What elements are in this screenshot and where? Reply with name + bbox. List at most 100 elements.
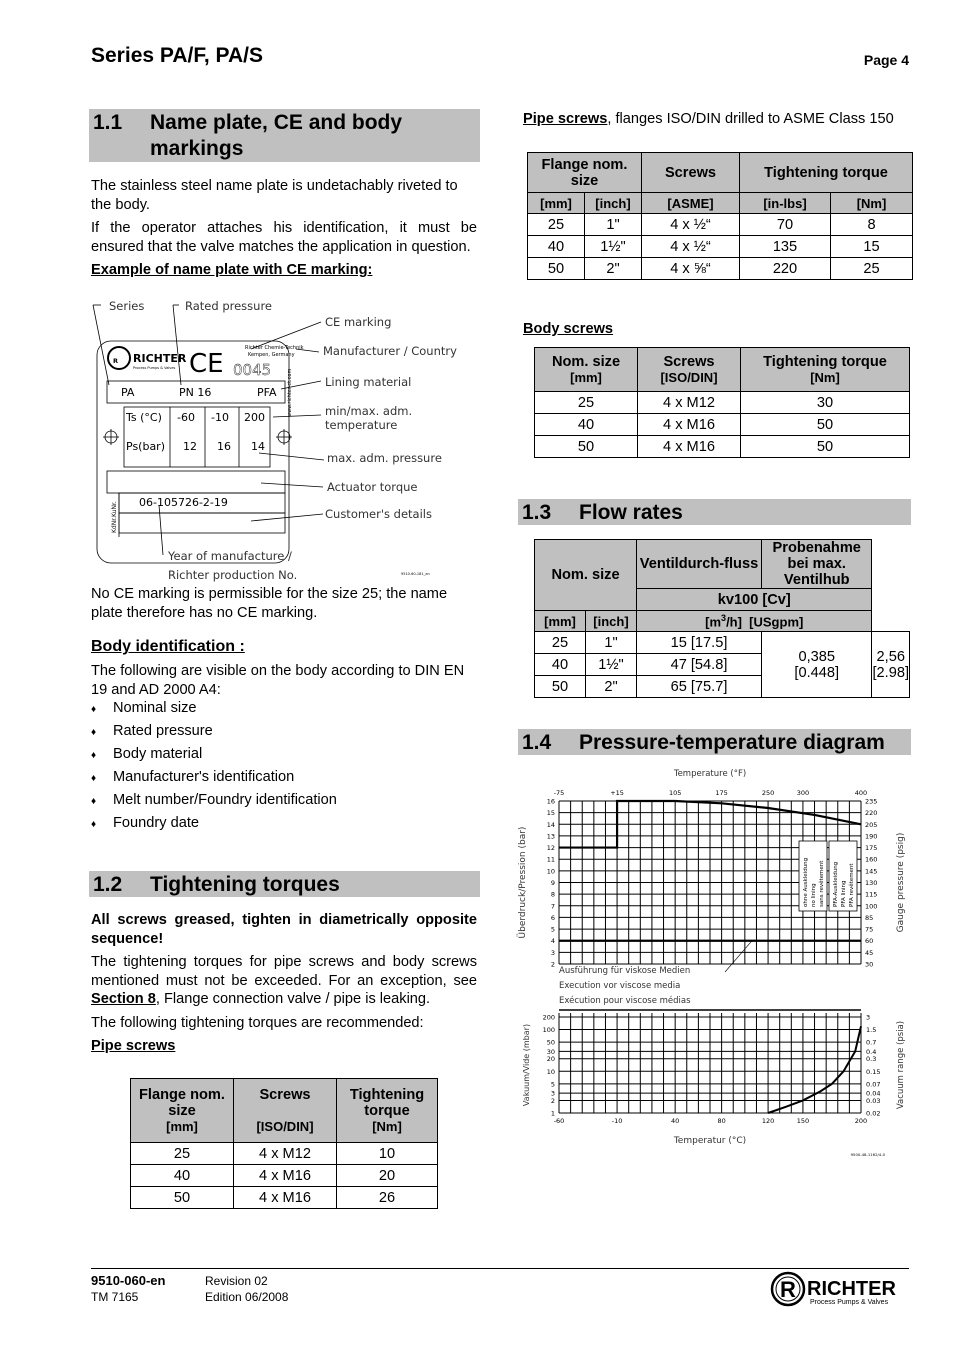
asme-pipe-screws-table: Flange nom. size Screws Tightening torqu… — [527, 152, 913, 280]
x-top-tick-label: 175 — [715, 789, 727, 797]
y2-tick-label: 0.15 — [866, 1068, 880, 1076]
legend-text: sans revêtement — [818, 860, 825, 907]
svg-text:www.richter-ct.com: www.richter-ct.com — [287, 369, 293, 417]
y2-tick-label: 115 — [865, 891, 877, 899]
y-tick-label: 6 — [551, 914, 555, 922]
y2-tick-label: 0.02 — [866, 1110, 880, 1118]
table-cell: 15 — [830, 235, 913, 258]
edition: Edition 06/2008 — [205, 1290, 289, 1304]
section-8-link[interactable]: Section 8 — [91, 991, 156, 1007]
plate-brand: RICHTER — [133, 352, 187, 365]
table-row: 25 4 x M12 10 — [130, 1142, 438, 1165]
column-header: Nom. size — [534, 539, 637, 611]
y-tick-label: 30 — [547, 1048, 555, 1056]
svg-text:R: R — [780, 1277, 796, 1302]
svg-text:Richter production No.: Richter production No. — [168, 568, 297, 582]
y2-tick-label: 30 — [865, 961, 873, 969]
y-tick-label: 10 — [547, 867, 555, 875]
annotation-text: Execution vor viscose media — [559, 981, 680, 991]
column-header: Tightening torque — [739, 152, 913, 193]
table-cell: 50 — [740, 435, 910, 458]
svg-text:Year of manufacture /: Year of manufacture / — [167, 549, 292, 563]
svg-text:16: 16 — [217, 440, 231, 453]
table-cell: 25 — [527, 213, 585, 236]
y-tick-label: 16 — [547, 798, 555, 806]
paragraph: The following tightening torques are rec… — [91, 1014, 424, 1031]
x-tick-label: 40 — [671, 1117, 679, 1125]
y-tick-label: 5 — [551, 926, 555, 934]
svg-text:KdNr.KuNr.: KdNr.KuNr. — [111, 501, 118, 533]
svg-text:PFA: PFA — [257, 386, 277, 399]
y2-axis-title: Gauge pressure (psig) — [896, 833, 906, 933]
diamond-bullet-icon: ♦ — [91, 750, 97, 761]
svg-text:200: 200 — [244, 411, 265, 424]
column-header: Flange nom. size — [527, 152, 642, 193]
footer-divider — [91, 1268, 909, 1269]
document-title: Series PA/F, PA/S — [91, 44, 263, 67]
x-top-tick-label: 105 — [669, 789, 681, 797]
table-cell: 4 x M16 — [637, 435, 741, 458]
list-item: ♦ Body material — [91, 745, 477, 768]
annotation-leader — [724, 940, 753, 973]
column-header: Screws [ISO/DIN] — [233, 1078, 337, 1143]
y2-tick-label: 0.03 — [866, 1097, 880, 1105]
table-cell: 26 — [336, 1186, 438, 1209]
legend-text: PFA-Auskleidung — [833, 862, 839, 907]
svg-text:06-105726-2-19: 06-105726-2-19 — [139, 496, 228, 509]
annotation-text: Exécution pour viscose médias — [559, 995, 691, 1006]
table-cell: 15 [17.5] — [636, 631, 762, 654]
table-cell: 50 — [534, 435, 638, 458]
table-row: 40 1½" 4 x ½“ 135 15 — [527, 235, 913, 258]
tm-number: TM 7165 — [91, 1290, 139, 1304]
table-row: 40 4 x M16 50 — [534, 413, 910, 436]
x-tick-label: -60 — [554, 1117, 565, 1125]
x-top-tick-label: 400 — [855, 789, 867, 797]
y-tick-label: 5 — [551, 1080, 555, 1088]
svg-text:12: 12 — [183, 440, 197, 453]
table-cell: 1½" — [585, 653, 637, 676]
body-screws-label: Body screws — [523, 321, 614, 337]
y-tick-label: 20 — [547, 1055, 555, 1063]
y2-tick-label: 205 — [865, 821, 877, 829]
table-cell: 4 x M16 — [233, 1186, 337, 1209]
table-cell: 25 — [130, 1142, 234, 1165]
table-cell: 1" — [584, 213, 642, 236]
table-cell: 40 — [527, 235, 585, 258]
flow-rates-table: Nom. size Ventildurch-fluss Probenahme b… — [534, 539, 910, 698]
table-row: 50 4 x M16 26 — [130, 1186, 438, 1209]
y2-tick-label: 0.07 — [866, 1080, 880, 1088]
y2-tick-label: 160 — [865, 856, 877, 864]
paragraph: The stainless steel name plate is undeta… — [91, 178, 458, 213]
pressure-temperature-chart: 2 303 454 605 756 857 1008 1159 13010 14511 16012 1… — [517, 769, 906, 1157]
x-top-tick-label: 300 — [797, 789, 809, 797]
svg-text:Process Pumps & Valves: Process Pumps & Valves — [810, 1299, 889, 1306]
ce-note: No CE marking is permissible for the siz… — [91, 586, 448, 621]
svg-text:R: R — [113, 357, 118, 365]
table-cell: 25 — [534, 631, 586, 654]
legend-text: PFA revêtement — [848, 863, 855, 907]
y2-tick-label: 60 — [865, 937, 873, 945]
body-identification-intro: The following are visible on the body ac… — [91, 663, 465, 698]
section-1-1-notes: No CE marking is permissible for the siz… — [91, 585, 477, 837]
table-cell: 4 x M16 — [233, 1164, 337, 1187]
column-header: Ventildurch-fluss — [636, 539, 762, 589]
y-tick-label: 2 — [551, 961, 555, 969]
x-top-tick-label: +15 — [610, 789, 624, 797]
x-tick-label: -10 — [612, 1117, 623, 1125]
svg-text:RICHTER: RICHTER — [807, 1278, 896, 1300]
example-label: Example of name plate with CE marking: — [91, 262, 373, 278]
column-header: Nom. size [mm] — [534, 347, 638, 392]
y-tick-label: 13 — [547, 832, 555, 840]
section-1-1-body: The stainless steel name plate is undeta… — [91, 177, 477, 280]
section-1-2-body: All screws greased, tighten in diametric… — [91, 911, 477, 1056]
table-cell: 30 — [740, 391, 910, 414]
y2-tick-label: 145 — [865, 867, 877, 875]
table-cell: 135 — [739, 235, 831, 258]
svg-text:Rated pressure: Rated pressure — [185, 299, 272, 313]
x-top-tick-label: 250 — [762, 789, 774, 797]
y-tick-label: 10 — [547, 1068, 555, 1076]
svg-text:CE marking: CE marking — [325, 315, 391, 329]
section-1-4-heading: 1.4 Pressure-temperature diagram — [518, 729, 911, 755]
table-cell: 40 — [130, 1164, 234, 1187]
section-1-2-heading: 1.2 Tightening torques — [89, 871, 480, 897]
